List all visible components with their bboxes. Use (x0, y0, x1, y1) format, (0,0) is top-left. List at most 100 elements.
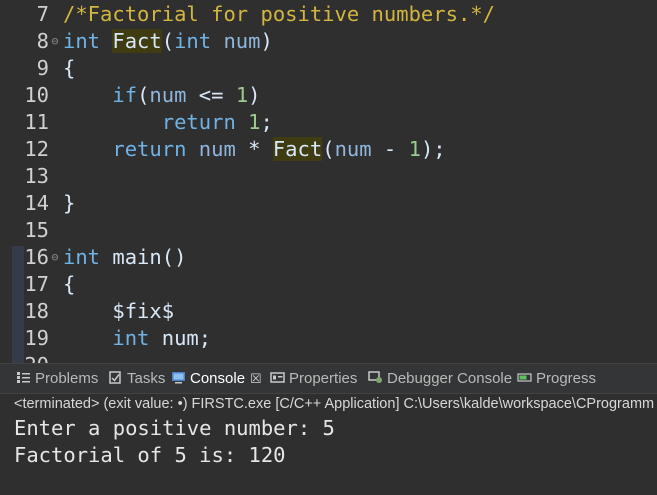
code-token: num (334, 137, 372, 161)
code-token: - (371, 137, 409, 161)
tab-label: Console (190, 370, 246, 387)
console-output[interactable]: Enter a positive number: 5 Factorial of … (0, 414, 657, 495)
code-token: ); (420, 137, 446, 161)
code-token: return (112, 137, 199, 161)
view-tab-bar: Problems Tasks Console ☒ Properties Debug… (0, 363, 657, 394)
highlighted-occurrence: Fact (112, 29, 162, 53)
code-token: $fix$ (63, 299, 175, 323)
line-number: 12 (24, 137, 49, 161)
code-token: num; (161, 326, 212, 350)
tab-label: Properties (289, 370, 358, 387)
close-icon[interactable]: ☒ (250, 364, 262, 394)
code-text: /*Factorial for positive numbers.*/ (63, 1, 495, 28)
code-token: ; (260, 110, 273, 134)
code-token: int (63, 29, 113, 53)
problems-icon (17, 372, 30, 383)
code-line[interactable]: 8 ⊖ int Fact(int num) (0, 28, 657, 55)
code-token: * (235, 137, 273, 161)
tab-label: Debugger Console (387, 370, 513, 387)
debugger-console-icon (368, 371, 382, 383)
line-number: 7 (36, 2, 49, 26)
code-line[interactable]: 7 /*Factorial for positive numbers.*/ (0, 1, 657, 28)
tab-progress[interactable]: Progress (517, 364, 596, 394)
line-number: 15 (24, 218, 49, 242)
code-text: int Fact(int num) (63, 28, 273, 55)
code-token: main() (112, 245, 187, 269)
code-line[interactable]: 17 { (0, 271, 657, 298)
code-token: /*Factorial for positive numbers.*/ (63, 2, 495, 26)
code-token: if (112, 83, 138, 107)
code-token: num (223, 29, 261, 53)
code-editor[interactable]: 7/*Factorial for positive numbers.*/8 ⊖ in… (0, 0, 657, 363)
code-token: num (149, 83, 187, 107)
code-line[interactable]: 18 $fix$ (0, 298, 657, 325)
code-token: 1 (408, 137, 421, 161)
code-text: return num * Fact(num - 1); (63, 136, 446, 163)
fold-toggle-icon[interactable]: ⊖ (50, 244, 60, 271)
line-number: 19 (24, 326, 49, 350)
code-text: return 1; (63, 109, 273, 136)
code-token: { (63, 272, 76, 296)
tab-properties[interactable]: Properties (270, 364, 357, 394)
code-token: 1 (235, 83, 249, 107)
code-token: ( (137, 83, 150, 107)
code-token: ) (260, 29, 273, 53)
code-text: if(num <= 1) (63, 82, 260, 109)
code-text: int main() (63, 244, 186, 271)
code-text: } (63, 190, 75, 217)
line-number: 13 (24, 164, 49, 188)
code-line[interactable]: 15 (0, 217, 657, 244)
tab-tasks[interactable]: Tasks (108, 364, 165, 394)
tab-label: Tasks (127, 370, 166, 387)
code-token: { (63, 56, 76, 80)
line-number: 16 (24, 245, 49, 269)
console-icon (172, 372, 185, 384)
progress-icon (517, 373, 532, 382)
code-text: { (63, 55, 75, 82)
code-line[interactable]: 20 (0, 352, 657, 363)
line-number: 11 (24, 110, 49, 134)
code-token: int (174, 29, 224, 53)
line-number: 10 (24, 83, 49, 107)
line-number: 18 (24, 299, 49, 323)
code-line[interactable]: 9{ (0, 55, 657, 82)
code-token: return (161, 110, 249, 134)
code-line[interactable]: 16 ⊖ int main() (0, 244, 657, 271)
tab-debugger-console[interactable]: Debugger Console (368, 364, 512, 394)
code-token: <= (186, 83, 236, 107)
tab-problems[interactable]: Problems (16, 364, 98, 394)
tasks-icon (109, 371, 121, 384)
line-number: 14 (24, 191, 49, 215)
code-line[interactable]: 11 return 1; (0, 109, 657, 136)
tab-label: Problems (35, 370, 99, 387)
highlighted-occurrence: Fact (272, 137, 323, 161)
console-line: Factorial of 5 is: 120 (14, 443, 286, 467)
line-number: 9 (36, 56, 49, 80)
console-line: Enter a positive number: 5 (14, 416, 335, 440)
code-token: int (63, 245, 113, 269)
code-token: ( (322, 137, 335, 161)
code-line[interactable]: 14} (0, 190, 657, 217)
code-token: int (112, 326, 162, 350)
code-token: ( (161, 29, 175, 53)
code-token: } (63, 191, 76, 215)
code-line[interactable]: 12 return num * Fact(num - 1); (0, 136, 657, 163)
code-text: $fix$ (63, 298, 174, 325)
tab-label: Progress (536, 370, 597, 387)
line-number: 20 (0, 352, 49, 363)
code-line[interactable]: 10 if(num <= 1) (0, 82, 657, 109)
code-token: 1 (248, 110, 261, 134)
tab-console[interactable]: Console ☒ (171, 364, 262, 394)
code-token: num (198, 137, 236, 161)
code-line[interactable]: 13 (0, 163, 657, 190)
code-text: { (63, 271, 75, 298)
code-line[interactable]: 19 int num; (0, 325, 657, 352)
line-number: 8 (36, 29, 49, 53)
console-status-line: <terminated> (exit value: •) FIRSTC.exe … (14, 396, 655, 412)
properties-icon (270, 372, 285, 383)
fold-toggle-icon[interactable]: ⊖ (50, 28, 60, 55)
